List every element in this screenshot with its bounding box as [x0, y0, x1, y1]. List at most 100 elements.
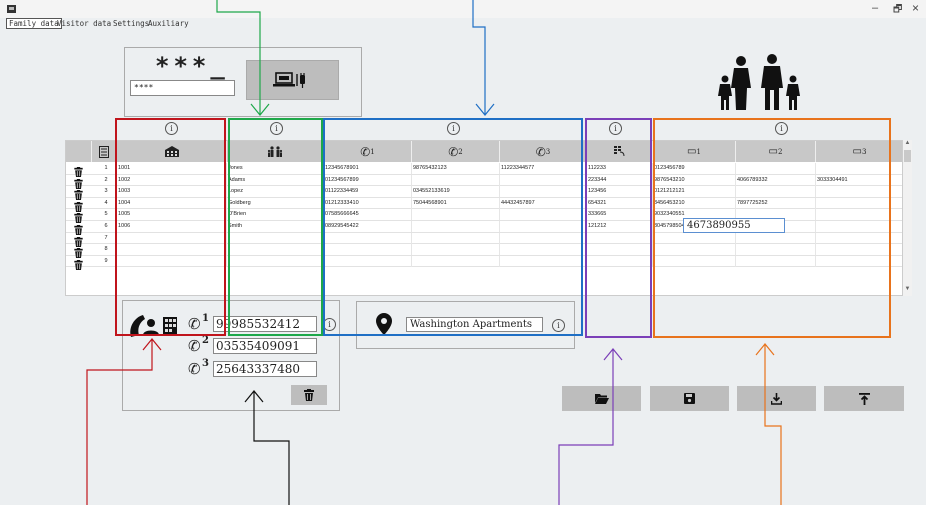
cell-sms1[interactable] [653, 232, 736, 244]
menu-auxiliary[interactable]: Auxiliary [148, 19, 189, 28]
cell-phone2[interactable] [412, 232, 500, 244]
cell-name[interactable] [227, 244, 324, 256]
cell-code[interactable]: 654321 [587, 197, 653, 209]
cell-phone1[interactable] [324, 255, 412, 267]
info-icon-sms[interactable]: i [775, 122, 788, 135]
table-row[interactable]: 4 1004 Goldberg 01212333410 75044568901 44432… [66, 197, 902, 212]
phone-1-field[interactable]: 99985532412 [213, 316, 317, 332]
cell-sms1[interactable]: 9876543210 [653, 174, 736, 186]
minimize-button[interactable]: – [872, 2, 878, 14]
cell-phone3[interactable] [500, 209, 587, 221]
cell-name[interactable]: O'Brien [227, 209, 324, 221]
cell-phone2[interactable] [412, 221, 500, 232]
cell-sms3[interactable] [816, 163, 902, 174]
delete-row-icon[interactable] [74, 176, 83, 189]
cell-name[interactable] [227, 255, 324, 267]
cell-sms3[interactable] [816, 244, 902, 255]
delete-row-icon[interactable] [74, 187, 83, 201]
cell-sms2[interactable] [736, 244, 816, 256]
info-icon-name[interactable]: i [270, 122, 283, 135]
phone-2-field[interactable]: 03535409091 [213, 338, 317, 354]
scroll-down-arrow[interactable]: ▼ [903, 286, 912, 296]
delete-row-icon[interactable] [74, 222, 83, 235]
restore-button[interactable]: 🗗 [893, 2, 902, 19]
table-row[interactable]: 3 1003 Lopez 01122334459 034552133619 123456 0… [66, 186, 902, 201]
address-input[interactable]: Washington Apartments [406, 317, 543, 332]
cell-phone2[interactable]: 98765432123 [412, 163, 500, 174]
cell-phone3[interactable] [500, 244, 587, 256]
cell-phone2[interactable]: 034552133619 [412, 186, 500, 198]
scroll-up-arrow[interactable]: ▲ [903, 140, 912, 150]
save-button[interactable] [650, 386, 729, 411]
cell-sms3[interactable] [816, 198, 902, 209]
cell-phone1[interactable]: 01234567899 [324, 174, 412, 186]
cell-phone3[interactable] [500, 186, 587, 198]
cell-sms1[interactable]: 3456453210 [653, 197, 736, 209]
cell-code[interactable] [587, 244, 653, 256]
cell-phone3[interactable] [500, 255, 587, 267]
menu-family-data[interactable]: Family data [6, 18, 62, 29]
cell-phone2[interactable] [412, 174, 500, 186]
cell-id[interactable]: 1003 [117, 186, 227, 198]
cell-sms2[interactable] [736, 163, 816, 174]
cell-sms3[interactable]: 3033304491 [816, 175, 902, 186]
info-icon-code[interactable]: i [609, 122, 622, 135]
cell-id[interactable] [117, 255, 227, 267]
cell-phone3[interactable] [500, 221, 587, 232]
cell-code[interactable] [587, 255, 653, 267]
cell-phone3[interactable]: 11223344577 [500, 163, 587, 174]
cell-sms1[interactable]: 0121212121 [653, 186, 736, 198]
cell-id[interactable] [117, 232, 227, 244]
cell-sms3[interactable] [816, 233, 902, 244]
cell-phone1[interactable] [324, 232, 412, 244]
info-icon-phones[interactable]: i [447, 122, 460, 135]
password-input[interactable]: **** [130, 80, 235, 96]
info-icon-phone-panel[interactable]: i [323, 318, 336, 331]
table-row[interactable]: 2 1002 Adams 01234567899 223344 9876543210 406… [66, 174, 902, 189]
cell-sms3[interactable] [816, 221, 902, 232]
cell-id[interactable]: 1002 [117, 174, 227, 186]
cell-code[interactable]: 333665 [587, 209, 653, 221]
table-row[interactable]: 9 [66, 255, 902, 270]
info-icon-id[interactable]: i [165, 122, 178, 135]
delete-phone-button[interactable] [291, 385, 327, 405]
close-button[interactable]: × [912, 1, 919, 15]
cell-phone3[interactable]: 44432457897 [500, 197, 587, 209]
cell-sms2[interactable] [736, 232, 816, 244]
cell-code[interactable]: 121212 [587, 221, 653, 232]
cell-sms2[interactable] [736, 255, 816, 267]
cell-sms3[interactable] [816, 186, 902, 197]
delete-row-icon[interactable] [74, 234, 83, 247]
table-row[interactable]: 1 1001 Jones 12345678901 98765432123 11223344… [66, 163, 902, 177]
cell-code[interactable] [587, 232, 653, 244]
cell-phone1[interactable]: 01122334459 [324, 186, 412, 198]
cell-sms2[interactable]: 4066789332 [736, 174, 816, 186]
cell-phone1[interactable] [324, 244, 412, 256]
delete-row-icon[interactable] [74, 245, 83, 259]
info-icon-address[interactable]: i [552, 319, 565, 332]
cell-sms3[interactable] [816, 209, 902, 220]
cell-phone3[interactable] [500, 232, 587, 244]
table-row[interactable]: 8 [66, 244, 902, 259]
delete-row-icon[interactable] [74, 257, 83, 270]
table-row[interactable]: 7 [66, 232, 902, 247]
cell-phone1[interactable]: 07585666645 [324, 209, 412, 221]
download-button[interactable] [737, 386, 816, 411]
cell-name[interactable] [227, 232, 324, 244]
editing-cell[interactable]: 4673890955 [683, 218, 785, 233]
cell-sms2[interactable]: 7897725252 [736, 197, 816, 209]
cell-code[interactable]: 223344 [587, 174, 653, 186]
phone-3-field[interactable]: 25643337480 [213, 361, 317, 377]
cell-sms1[interactable] [653, 244, 736, 256]
cell-phone2[interactable] [412, 209, 500, 221]
connect-button[interactable] [246, 60, 339, 100]
cell-id[interactable]: 1005 [117, 209, 227, 221]
cell-sms3[interactable] [816, 256, 902, 267]
scroll-thumb[interactable] [904, 150, 911, 162]
upload-button[interactable] [824, 386, 904, 411]
cell-phone2[interactable] [412, 244, 500, 256]
cell-id[interactable] [117, 244, 227, 256]
menu-settings[interactable]: Settings [113, 19, 149, 28]
cell-name[interactable]: Lopez [227, 186, 324, 198]
cell-phone1[interactable]: 08929545422 [324, 221, 412, 232]
